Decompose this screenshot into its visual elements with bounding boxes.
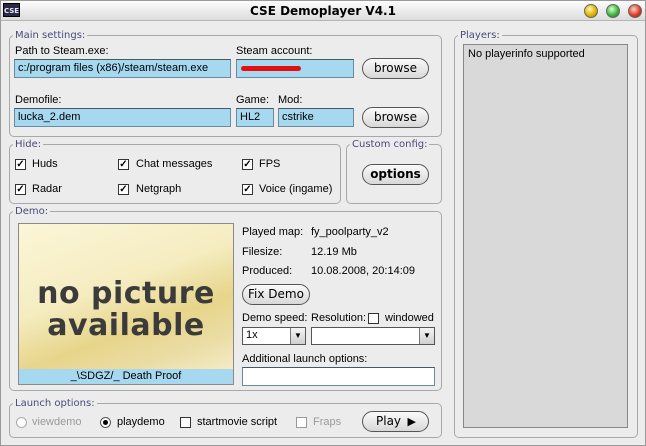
additional-options-field[interactable] (242, 367, 435, 386)
playdemo-label: playdemo (117, 416, 165, 428)
produced-value: 10.08.2008, 20:14:09 (311, 265, 415, 277)
steam-path-label: Path to Steam.exe: (15, 45, 109, 57)
players-info-text: No playerinfo supported (468, 48, 585, 60)
demo-speed-select[interactable]: 1x ▼ (242, 327, 306, 345)
netgraph-checkbox[interactable]: ✓ (118, 184, 129, 195)
window-title: CSE Demoplayer V4.1 (250, 4, 396, 18)
demofile-label: Demofile: (15, 94, 62, 106)
chevron-down-icon: ▼ (290, 328, 305, 344)
mod-field[interactable]: cstrike (278, 108, 354, 127)
preview-line-1: no picture (37, 276, 215, 311)
play-button[interactable]: Play ▶ (362, 411, 429, 432)
radar-label: Radar (32, 183, 62, 195)
chat-messages-label: Chat messages (136, 158, 213, 170)
demo-speed-value: 1x (246, 329, 258, 341)
huds-label: Huds (32, 158, 58, 170)
demo-speed-label: Demo speed: (242, 312, 308, 324)
resolution-label: Resolution: (311, 312, 367, 324)
windowed-checkbox[interactable] (368, 313, 379, 324)
preview-caption: _\SDGZ/_ Death Proof (19, 369, 233, 384)
fraps-label: Fraps (313, 416, 342, 428)
viewdemo-label: viewdemo (32, 416, 82, 428)
preview-line-2: available (47, 308, 205, 343)
close-button[interactable] (628, 4, 642, 18)
filesize-label: Filesize: (242, 246, 283, 258)
play-button-label: Play (376, 414, 402, 428)
voice-checkbox[interactable]: ✓ (242, 184, 253, 195)
title-bar[interactable]: CSE CSE Demoplayer V4.1 (1, 1, 645, 21)
browse-demo-button[interactable]: browse (362, 107, 429, 128)
browse-steam-button[interactable]: browse (362, 58, 429, 79)
startmovie-label: startmovie script (197, 416, 278, 428)
minimize-button[interactable] (584, 4, 598, 18)
chevron-down-icon: ▼ (419, 328, 434, 344)
huds-checkbox[interactable]: ✓ (15, 159, 26, 170)
startmovie-checkbox[interactable] (180, 417, 191, 428)
app-window: CSE CSE Demoplayer V4.1 Main settings: P… (0, 0, 646, 446)
demo-legend: Demo: (15, 206, 49, 217)
fps-checkbox[interactable]: ✓ (242, 159, 253, 170)
demo-preview-image: no picture available _\SDGZ/_ Death Proo… (18, 223, 234, 385)
steam-account-label: Steam account: (236, 45, 313, 57)
fps-label: FPS (259, 158, 281, 170)
main-settings-legend: Main settings: (15, 30, 86, 41)
custom-config-legend: Custom config: (352, 139, 428, 150)
maximize-button[interactable] (606, 4, 620, 18)
game-label: Game: (236, 94, 270, 106)
radar-checkbox[interactable]: ✓ (15, 184, 26, 195)
filesize-value: 12.19 Mb (311, 246, 357, 258)
windowed-label: windowed (385, 312, 434, 324)
redaction-mark (241, 66, 301, 71)
resolution-select[interactable]: ▼ (311, 327, 435, 345)
voice-label: Voice (ingame) (259, 183, 333, 195)
play-icon: ▶ (407, 415, 416, 428)
options-button[interactable]: options (362, 164, 429, 185)
demofile-field[interactable]: lucka_2.dem (14, 108, 231, 127)
steam-path-field[interactable]: c:/program files (x86)/steam/steam.exe (14, 59, 231, 78)
played-map-label: Played map: (242, 226, 304, 238)
fraps-checkbox[interactable] (296, 417, 307, 428)
hide-legend: Hide: (15, 139, 42, 150)
players-list[interactable]: No playerinfo supported (463, 44, 628, 428)
game-field[interactable]: HL2 (236, 108, 274, 127)
viewdemo-radio[interactable] (16, 417, 27, 428)
played-map-value: fy_poolparty_v2 (311, 226, 389, 238)
chat-messages-checkbox[interactable]: ✓ (118, 159, 129, 170)
playdemo-radio[interactable] (100, 417, 111, 428)
launch-options-legend: Launch options: (15, 398, 95, 409)
players-legend: Players: (460, 30, 500, 41)
fix-demo-button[interactable]: Fix Demo (242, 284, 310, 305)
mod-label: Mod: (278, 94, 303, 106)
produced-label: Produced: (242, 265, 293, 277)
netgraph-label: Netgraph (136, 183, 182, 195)
additional-options-label: Additional launch options: (242, 353, 368, 365)
